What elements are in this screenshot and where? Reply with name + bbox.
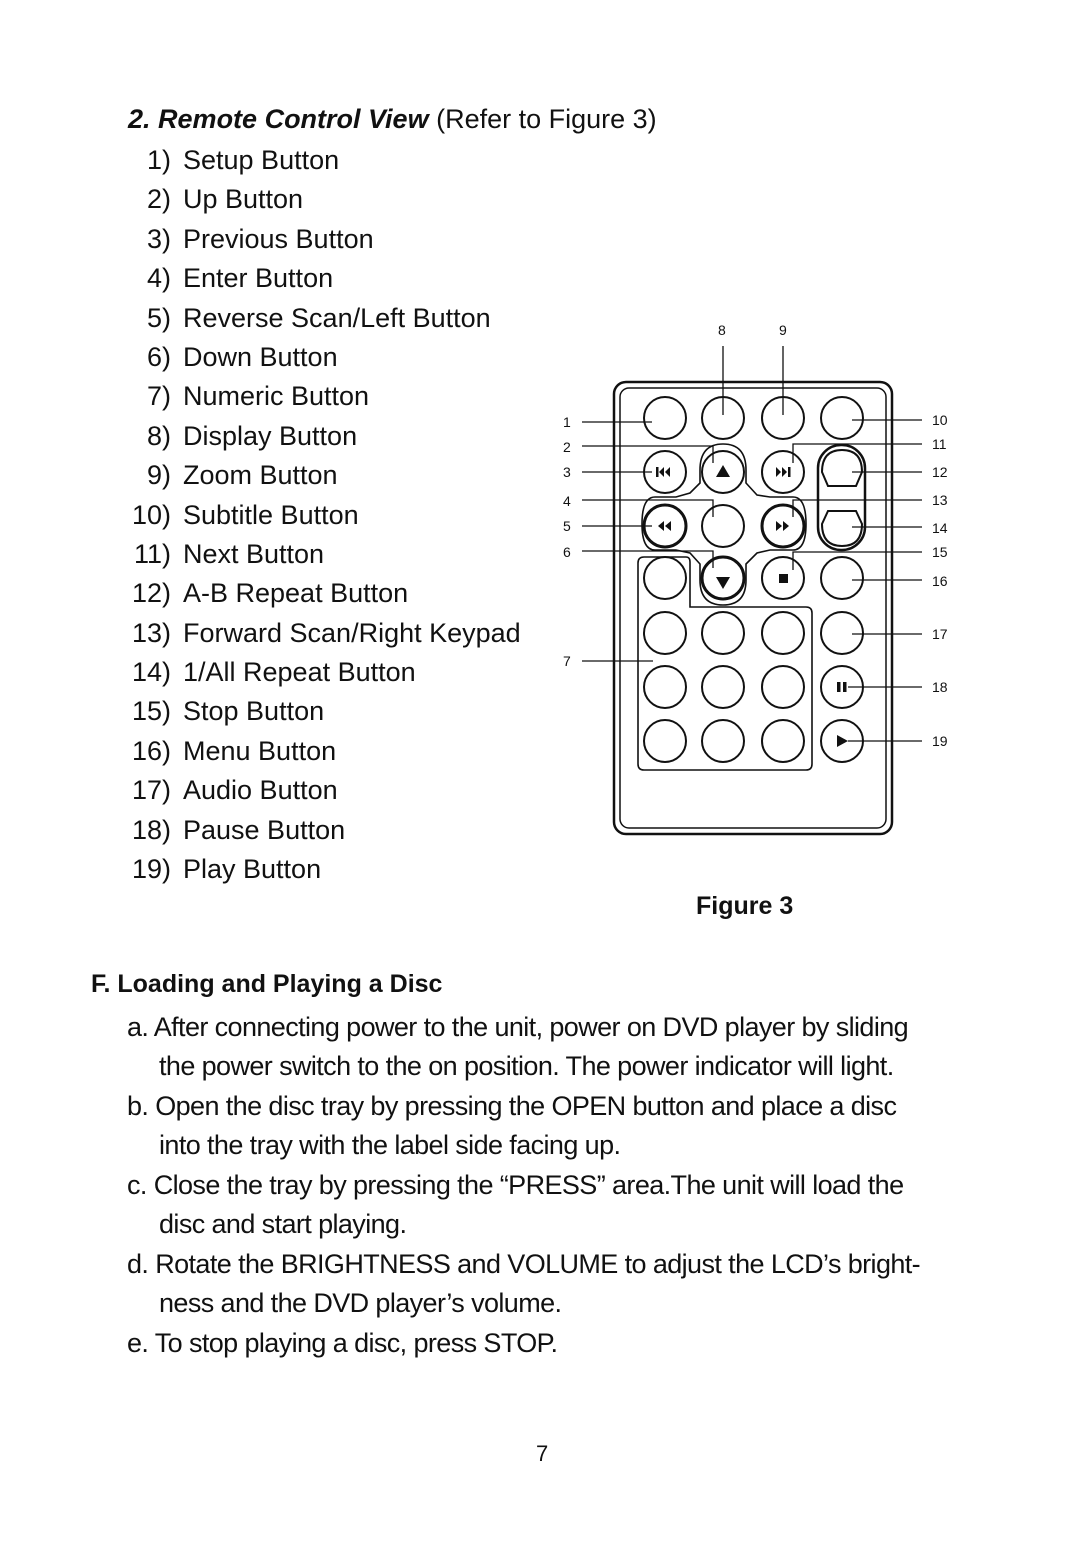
numeric-button[interactable] <box>643 556 687 600</box>
numeric-button[interactable] <box>761 719 805 763</box>
section-f-title: F. Loading and Playing a Disc <box>91 970 443 998</box>
audio-button[interactable] <box>820 611 864 655</box>
step-line: d. Rotate the BRIGHTNESS and VOLUME to a… <box>127 1249 921 1279</box>
step-e: e. To stop playing a disc, press STOP. <box>127 1324 1007 1363</box>
callout-label-15: 15 <box>932 544 948 560</box>
numeric-button[interactable] <box>701 611 745 655</box>
callout-label-11: 11 <box>932 436 947 452</box>
numeric-button[interactable] <box>701 665 745 709</box>
step-line: e. To stop playing a disc, press STOP. <box>127 1328 558 1358</box>
down-arrow-icon <box>716 577 730 589</box>
numeric-button[interactable] <box>701 719 745 763</box>
callout-label-16: 16 <box>932 573 948 589</box>
previous-icon <box>656 467 670 477</box>
callout-line-11 <box>792 443 922 463</box>
callout-label-1: 1 <box>563 414 571 430</box>
callout-label-5: 5 <box>563 518 571 534</box>
callout-label-13: 13 <box>932 492 948 508</box>
callout-line-15 <box>792 551 922 570</box>
callout-label-8: 8 <box>718 322 726 338</box>
step-line: the power switch to the on position. The… <box>159 1051 894 1082</box>
numeric-button[interactable] <box>643 611 687 655</box>
step-line: c. Close the tray by pressing the “PRESS… <box>127 1170 904 1200</box>
up-arrow-icon <box>716 465 730 477</box>
step-line: into the tray with the label side facing… <box>159 1130 621 1161</box>
setup-button[interactable] <box>643 396 687 440</box>
numeric-button[interactable] <box>761 611 805 655</box>
step-b: b. Open the disc tray by pressing the OP… <box>127 1087 1007 1166</box>
callout-label-19: 19 <box>932 733 948 749</box>
enter-button[interactable] <box>701 504 745 548</box>
figure-caption: Figure 3 <box>696 892 794 920</box>
step-line: ness and the DVD player’s volume. <box>159 1288 562 1319</box>
subtitle-button[interactable] <box>820 396 864 440</box>
callout-label-18: 18 <box>932 679 948 695</box>
callout-label-17: 17 <box>932 626 948 642</box>
callout-label-12: 12 <box>932 464 948 480</box>
menu-button[interactable] <box>820 556 864 600</box>
repeat-keys-outline <box>816 443 867 552</box>
callout-label-6: 6 <box>563 544 571 560</box>
numeric-button[interactable] <box>643 719 687 763</box>
callout-label-14: 14 <box>932 520 948 536</box>
step-line: a. After connecting power to the unit, p… <box>127 1012 909 1042</box>
step-c: c. Close the tray by pressing the “PRESS… <box>127 1166 1007 1245</box>
callout-label-7: 7 <box>563 653 571 669</box>
remote-control-diagram: 1 2 3 4 5 6 7 8 9 10 11 12 13 14 15 16 1… <box>563 322 948 836</box>
ab-repeat-button[interactable] <box>820 448 864 487</box>
stop-icon <box>779 574 788 583</box>
numeric-keypad-outline <box>637 556 813 771</box>
callout-label-9: 9 <box>779 322 787 338</box>
page-number: 7 <box>536 1441 549 1466</box>
next-icon <box>776 467 791 477</box>
step-d: d. Rotate the BRIGHTNESS and VOLUME to a… <box>127 1245 1007 1324</box>
all-repeat-button[interactable] <box>820 510 864 548</box>
callout-lines <box>582 346 922 742</box>
callout-label-4: 4 <box>563 493 571 509</box>
forward-scan-icon <box>776 521 789 531</box>
pause-icon <box>837 682 847 692</box>
callout-label-10: 10 <box>932 412 948 428</box>
numeric-button[interactable] <box>761 665 805 709</box>
play-icon <box>837 735 848 747</box>
reverse-scan-icon <box>658 521 671 531</box>
callout-label-3: 3 <box>563 464 571 480</box>
callout-label-2: 2 <box>563 439 571 455</box>
step-line: b. Open the disc tray by pressing the OP… <box>127 1091 897 1121</box>
numeric-button[interactable] <box>643 665 687 709</box>
remote-body-outer <box>612 380 894 836</box>
step-a: a. After connecting power to the unit, p… <box>127 1008 1007 1087</box>
step-line: disc and start playing. <box>159 1209 407 1240</box>
